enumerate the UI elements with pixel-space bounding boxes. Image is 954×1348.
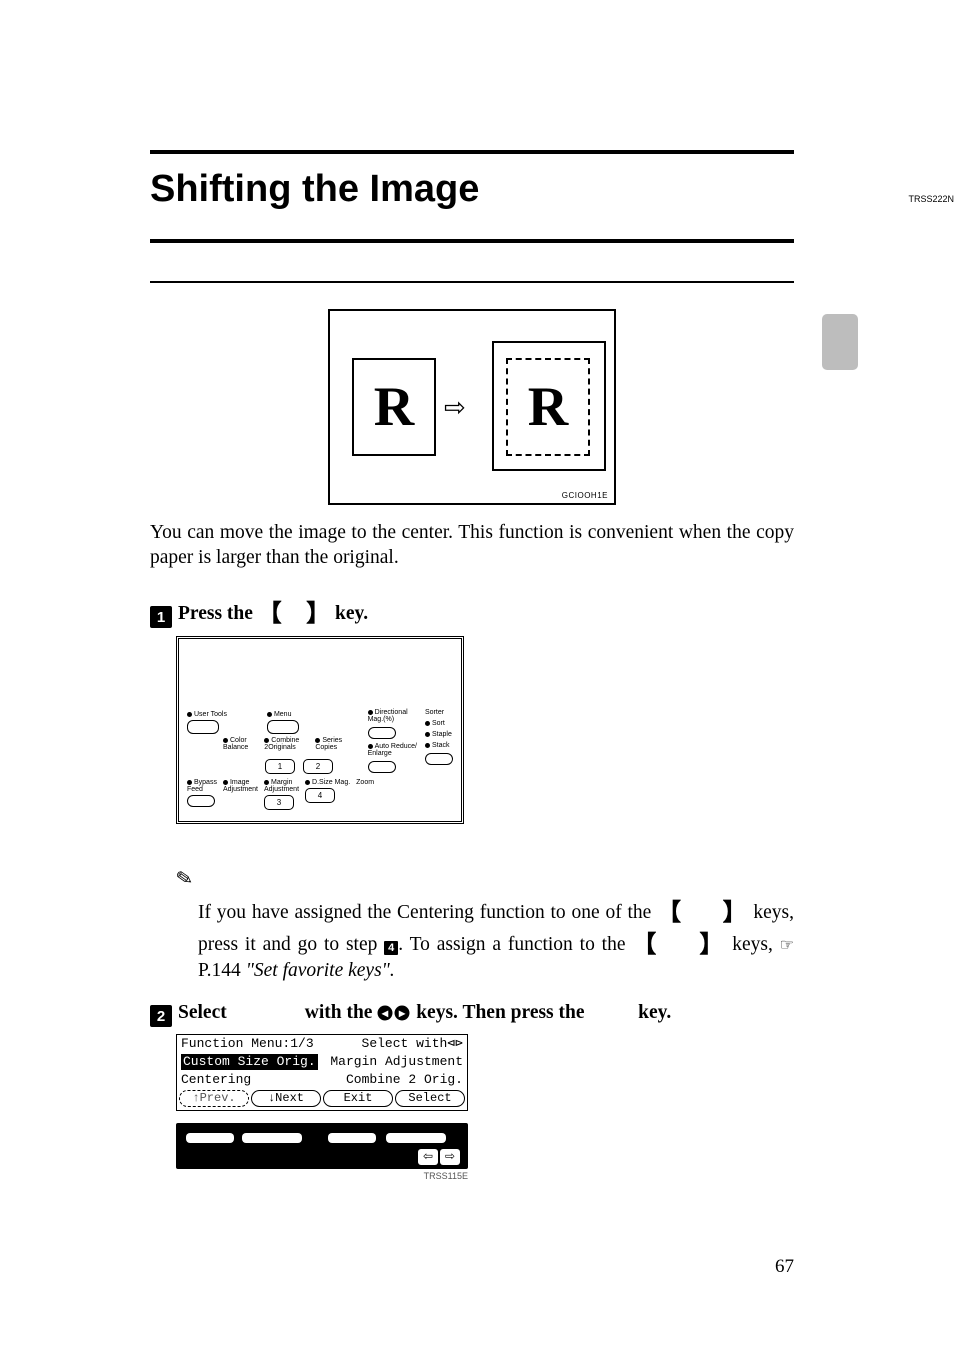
panel-combine: Combine 2Originals (264, 737, 299, 751)
step1-suffix: key. (330, 603, 368, 624)
step-ref-4: 4 (384, 941, 398, 955)
step2-t4: key. (633, 1002, 671, 1023)
figure-code: GCIOOH1E (562, 491, 608, 500)
lcd-row1-right[interactable]: Margin Adjustment (330, 1054, 463, 1070)
note-line1a: If you have assigned the Centering funct… (198, 902, 657, 923)
reference-arrow-icon: ☞ (780, 937, 794, 954)
panel-num-1[interactable]: 1 (265, 759, 295, 774)
lcd-arrow-icons: ⊲⊳ (447, 1036, 463, 1051)
panel-button[interactable] (425, 753, 453, 765)
lcd-row1-left[interactable]: Custom Size Orig. (181, 1054, 318, 1070)
lcd-header-right: Select with (362, 1036, 448, 1051)
hw-right-arrow-button[interactable]: ⇨ (440, 1149, 460, 1165)
hw-panel-code: TRSS115E (176, 1171, 468, 1181)
step-number-2: 2 (150, 1005, 172, 1027)
figure-letter-left: R (374, 379, 414, 435)
hardware-button-panel: ⇦ ⇨ (176, 1123, 468, 1169)
step2-t3: keys. Then press the (411, 1002, 589, 1023)
panel-button[interactable] (368, 727, 396, 739)
panel-dsize: D.Size Mag. (312, 779, 350, 786)
panel-sort: Sort (432, 720, 445, 727)
hw-left-arrow-button[interactable]: ⇦ (418, 1149, 438, 1165)
svg-text:◂: ◂ (381, 1006, 389, 1020)
step-number-1: 1 (150, 606, 172, 628)
note-line1b: keys, (748, 902, 794, 923)
lcd-screen: Function Menu:1/3 Select with⊲⊳ Custom S… (176, 1034, 468, 1110)
svg-text:▸: ▸ (398, 1006, 406, 1020)
title-underline-thick (150, 239, 794, 243)
note-page-ref: P.144 (198, 960, 241, 981)
panel-menu: Menu (274, 711, 292, 718)
panel-num-3[interactable]: 3 (264, 795, 294, 810)
section-rule (150, 281, 794, 283)
panel-stack: Stack (432, 742, 450, 749)
hw-button[interactable] (186, 1133, 234, 1143)
note-line2b: . To assign a function to the (398, 934, 632, 955)
panel-sorter: Sorter (425, 709, 444, 716)
panel-user-tools: User Tools (194, 711, 227, 718)
step2-t1: Select (178, 1002, 232, 1023)
lcd-row2-left[interactable]: Centering (181, 1072, 251, 1088)
arrow-right-icon: ⇨ (444, 393, 466, 423)
left-right-arrow-icon: ◂▸ (377, 1004, 411, 1022)
panel-auto-reduce: Auto Reduce/ Enlarge (368, 743, 417, 757)
panel-button[interactable] (187, 720, 219, 734)
lcd-select-button[interactable]: Select (395, 1090, 465, 1106)
panel-button[interactable] (267, 720, 299, 734)
step1-prefix: Press the (178, 603, 258, 624)
step-1: 1 Press the 【 】 key. (150, 591, 794, 626)
figure-original-box: R (352, 358, 436, 456)
panel-diagram-code: TRSS222N (908, 194, 954, 204)
hw-button[interactable] (242, 1133, 302, 1143)
centering-figure: R ⇨ R GCIOOH1E (328, 309, 616, 505)
note-line2a: press it and go to step (198, 934, 384, 955)
close-bracket-icon: 】 (723, 899, 748, 926)
page-title: Shifting the Image (150, 168, 794, 211)
open-bracket-icon: 【 (657, 899, 682, 926)
figure-copy-inner: R (506, 358, 590, 456)
side-tab-marker (822, 314, 858, 370)
note-line2c: keys, (725, 934, 772, 955)
hw-button[interactable] (386, 1133, 446, 1143)
open-bracket-icon: 【 (632, 931, 658, 958)
open-bracket-icon: 【 (258, 600, 282, 627)
top-rule-thick (150, 150, 794, 154)
lcd-prev-button[interactable]: ↑Prev. (179, 1090, 249, 1106)
panel-button[interactable] (187, 795, 215, 807)
step-2: 2 Select with the ◂▸ keys. Then press th… (150, 1002, 794, 1025)
panel-directional: Directional Mag.(%) (368, 709, 408, 723)
page-number: 67 (775, 1256, 794, 1278)
lcd-next-button[interactable]: ↓Next (251, 1090, 321, 1106)
control-panel-diagram: User Tools Menu Color Balance Combine 2O… (176, 636, 464, 824)
panel-image-adj: Image Adjustment (223, 779, 258, 793)
close-bracket-icon: 】 (699, 931, 725, 958)
lcd-row2-right[interactable]: Combine 2 Orig. (346, 1072, 463, 1088)
step2-t2: with the (300, 1002, 377, 1023)
panel-num-2[interactable]: 2 (303, 759, 333, 774)
panel-button[interactable] (368, 761, 396, 773)
note-block: ✎ If you have assigned the Centering fun… (176, 866, 794, 984)
note-line3: "Set favorite keys". (246, 960, 395, 981)
intro-paragraph: You can move the image to the center. Th… (150, 521, 794, 571)
lcd-exit-button[interactable]: Exit (323, 1090, 393, 1106)
close-bracket-icon: 】 (306, 600, 330, 627)
panel-num-4[interactable]: 4 (305, 788, 335, 803)
figure-letter-right: R (528, 379, 568, 435)
panel-staple: Staple (432, 731, 452, 738)
panel-zoom: Zoom (356, 779, 374, 786)
lcd-header-left: Function Menu:1/3 (181, 1036, 314, 1052)
note-pencil-icon: ✎ (174, 865, 195, 893)
panel-margin-adj: Margin Adjustment (264, 779, 299, 793)
hw-button[interactable] (328, 1133, 376, 1143)
